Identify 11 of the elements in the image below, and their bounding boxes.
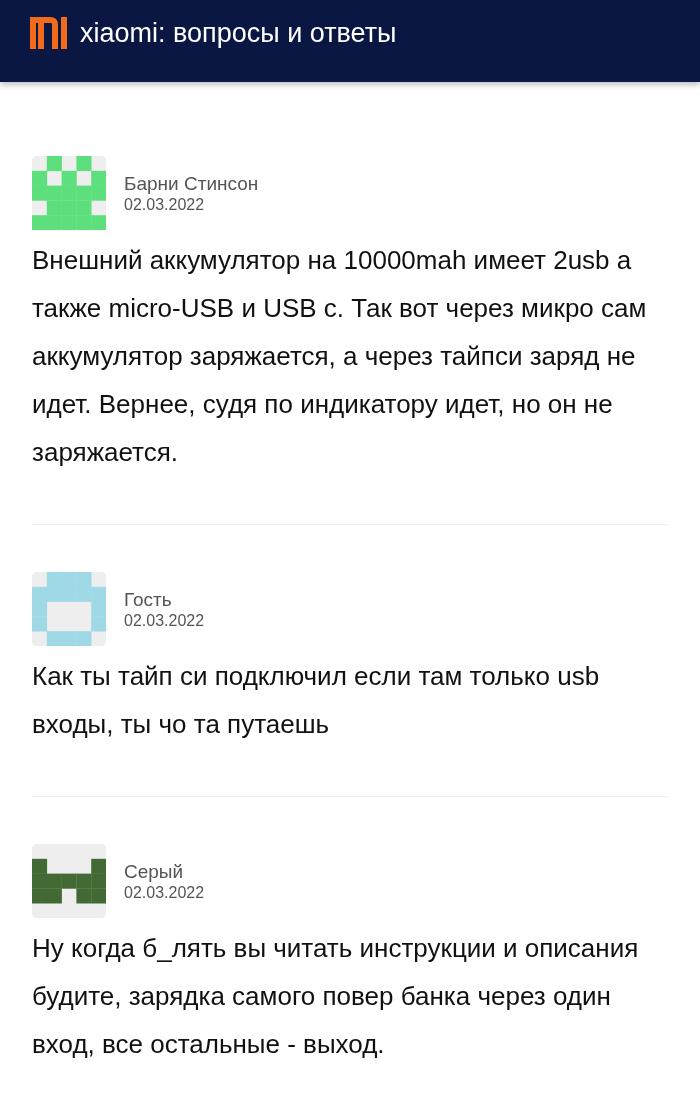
comment-date: 02.03.2022 xyxy=(124,610,205,631)
comment-text: Внешний аккумулятор на 10000mah имеет 2usb а также micro-USB и USB c. Так вот через микро сам аккумулятор заряжается, а через тайпси заряд не идет. Вернее, судя по индикатору идет, но он не заряжается. xyxy=(32,244,648,469)
comment-date: 02.03.2022 xyxy=(124,882,205,903)
comment-text: Ну когда б_лять вы читать инструкции и описания будите, зарядка самого повер банка через один вход, все остальные - выход. xyxy=(32,932,640,1061)
site-title: xiaomi: вопросы и ответы xyxy=(80,17,397,49)
comment-date: 02.03.2022 xyxy=(124,194,206,215)
comment-text: Как ты тайп си подключил если там только usb входы, ты чо та путаешь xyxy=(32,660,601,741)
author-name: Серый xyxy=(124,859,185,883)
author-name: Барни Стинсон xyxy=(124,171,259,195)
author-name: Гость xyxy=(124,587,173,611)
logo-icon xyxy=(30,17,70,49)
